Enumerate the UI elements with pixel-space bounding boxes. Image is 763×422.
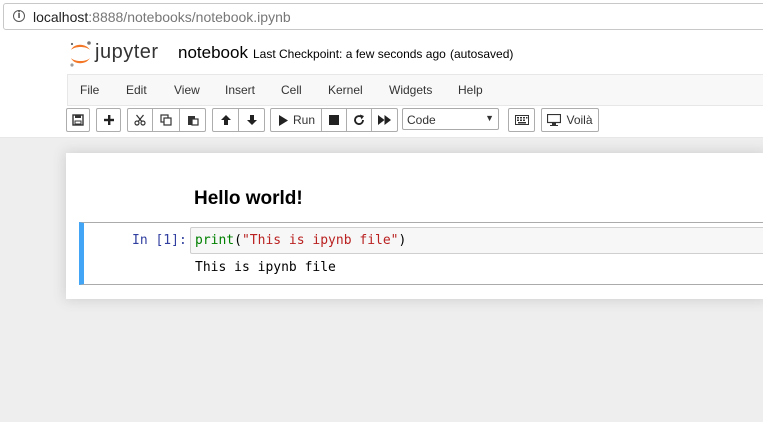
menu-widgets[interactable]: Widgets — [389, 83, 432, 97]
cell-type-select[interactable]: Code ▼ — [402, 108, 499, 130]
autosave-status: (autosaved) — [450, 47, 514, 61]
menu-cell[interactable]: Cell — [281, 83, 302, 97]
play-icon — [279, 114, 288, 126]
jupyter-logo-text: jupyter — [95, 41, 159, 63]
copy-icon — [160, 114, 172, 126]
url-path: :8888/notebooks/notebook.ipynb — [88, 9, 291, 25]
move-down-button[interactable] — [238, 108, 265, 132]
fast-forward-icon — [378, 115, 391, 125]
voila-button[interactable]: Voilà — [541, 108, 599, 132]
notebook-header: jupyter notebook Last Checkpoint: a few … — [0, 34, 763, 138]
code-paren-open: ( — [234, 233, 242, 248]
arrow-down-icon — [246, 115, 257, 125]
input-prompt: In [1]: — [132, 233, 187, 248]
code-cell[interactable]: In [1]: print("This is ipynb file") This… — [79, 222, 763, 285]
code-line: print("This is ipynb file") — [195, 233, 406, 248]
address-bar[interactable]: i localhost:8888/notebooks/notebook.ipyn… — [3, 3, 763, 30]
menu-file[interactable]: File — [80, 83, 99, 97]
url-text[interactable]: localhost:8888/notebooks/notebook.ipynb — [33, 9, 291, 25]
plus-icon — [103, 115, 114, 125]
code-string: "This is ipynb file" — [241, 233, 399, 248]
paste-icon — [187, 116, 199, 126]
notebook-name[interactable]: notebook — [178, 43, 248, 63]
interrupt-button[interactable] — [321, 108, 347, 132]
notebook-container: Hello world! In [1]: print("This is ipyn… — [66, 153, 763, 299]
paste-button[interactable] — [179, 108, 206, 132]
jupyter-logo[interactable]: jupyter — [68, 39, 164, 69]
restart-icon — [354, 114, 364, 125]
jupyter-logo-icon — [70, 41, 91, 67]
code-paren-close: ) — [398, 233, 407, 248]
menu-bar: File Edit View Insert Cell Kernel Widget… — [67, 74, 763, 106]
cell-output: This is ipynb file — [195, 260, 336, 275]
code-editor[interactable]: print("This is ipynb file") — [190, 227, 763, 254]
browser-address-area: i localhost:8888/notebooks/notebook.ipyn… — [0, 0, 763, 34]
code-function: print — [195, 233, 235, 248]
restart-button[interactable] — [346, 108, 372, 132]
cell-type-value: Code — [407, 113, 436, 127]
keyboard-icon — [514, 115, 529, 125]
menu-edit[interactable]: Edit — [126, 83, 147, 97]
voila-label: Voilà — [566, 113, 593, 127]
info-icon[interactable]: i — [13, 10, 25, 22]
save-button[interactable] — [66, 108, 90, 132]
move-up-button[interactable] — [212, 108, 239, 132]
monitor-icon — [547, 114, 562, 126]
command-palette-button[interactable] — [508, 108, 535, 132]
insert-cell-button[interactable] — [96, 108, 121, 132]
restart-run-all-button[interactable] — [371, 108, 398, 132]
menu-kernel[interactable]: Kernel — [328, 83, 363, 97]
checkpoint-status: Last Checkpoint: a few seconds ago — [253, 47, 446, 61]
run-button[interactable]: Run — [270, 108, 322, 132]
markdown-heading[interactable]: Hello world! — [194, 188, 303, 210]
menu-help[interactable]: Help — [458, 83, 483, 97]
scissors-icon — [134, 114, 146, 126]
copy-button[interactable] — [152, 108, 180, 132]
url-host: localhost — [33, 9, 89, 25]
toolbar: Run Code ▼ Voilà — [0, 108, 763, 132]
stop-icon — [329, 115, 339, 125]
save-icon — [72, 114, 84, 126]
menu-insert[interactable]: Insert — [225, 83, 255, 97]
menu-view[interactable]: View — [174, 83, 200, 97]
run-label: Run — [293, 113, 316, 127]
chevron-down-icon: ▼ — [485, 113, 494, 123]
arrow-up-icon — [220, 115, 231, 125]
cut-button[interactable] — [127, 108, 153, 132]
